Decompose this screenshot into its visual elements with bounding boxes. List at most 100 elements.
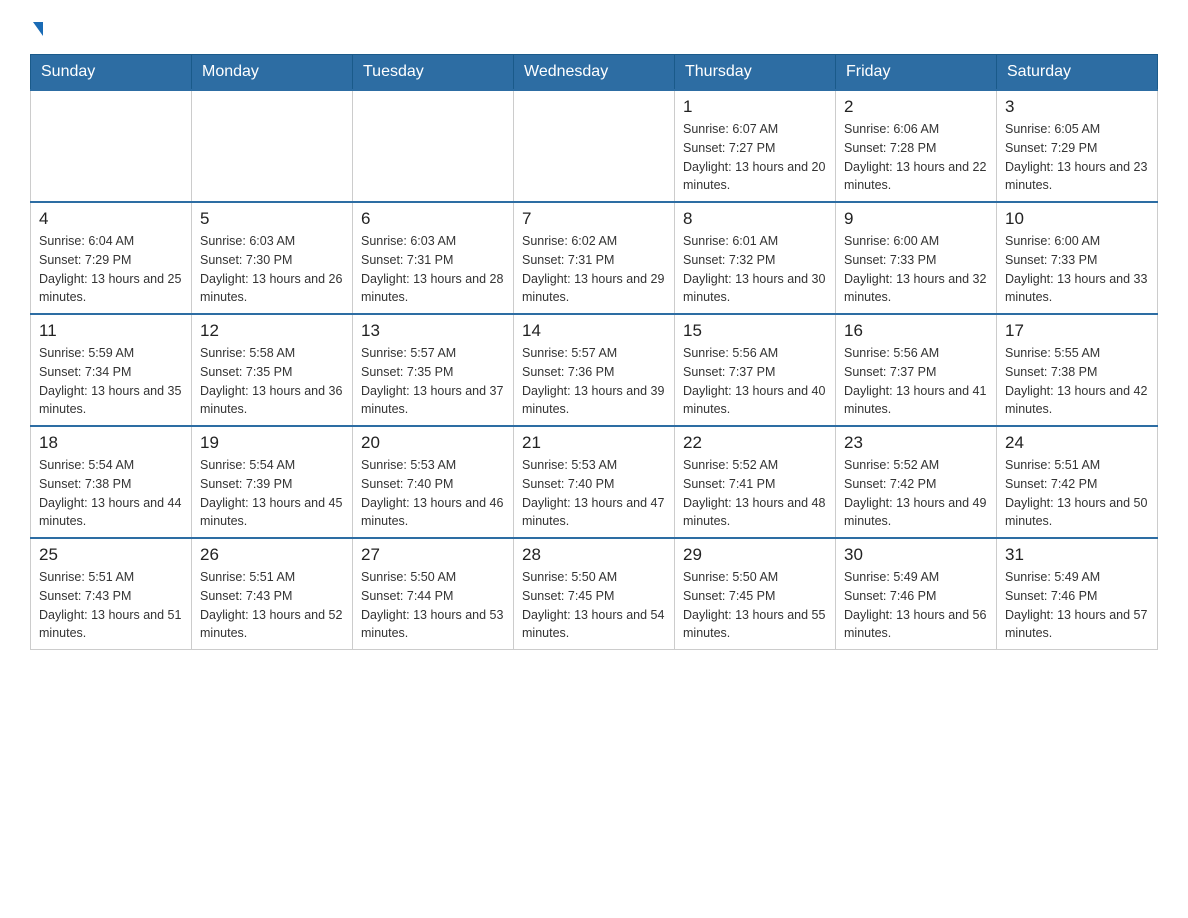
day-info: Sunrise: 5:52 AMSunset: 7:42 PMDaylight:… bbox=[844, 456, 988, 531]
day-number: 1 bbox=[683, 97, 827, 117]
day-number: 10 bbox=[1005, 209, 1149, 229]
day-number: 28 bbox=[522, 545, 666, 565]
calendar-cell bbox=[192, 90, 353, 202]
day-number: 18 bbox=[39, 433, 183, 453]
calendar-cell: 17Sunrise: 5:55 AMSunset: 7:38 PMDayligh… bbox=[997, 314, 1158, 426]
day-info: Sunrise: 6:02 AMSunset: 7:31 PMDaylight:… bbox=[522, 232, 666, 307]
day-info: Sunrise: 6:01 AMSunset: 7:32 PMDaylight:… bbox=[683, 232, 827, 307]
day-number: 26 bbox=[200, 545, 344, 565]
calendar-cell: 26 Sunrise: 5:51 AMSunset: 7:43 PMDayligh… bbox=[192, 538, 353, 650]
calendar-cell: 12 Sunrise: 5:58 AMSunset: 7:35 PMDayligh… bbox=[192, 314, 353, 426]
day-info: Sunrise: 5:52 AMSunset: 7:41 PMDaylight:… bbox=[683, 456, 827, 531]
day-number: 22 bbox=[683, 433, 827, 453]
calendar-cell: 23Sunrise: 5:52 AMSunset: 7:42 PMDayligh… bbox=[836, 426, 997, 538]
day-number: 25 bbox=[39, 545, 183, 565]
calendar-week-3: 11 Sunrise: 5:59 AMSunset: 7:34 PMDayligh… bbox=[31, 314, 1158, 426]
page-header bbox=[30, 20, 1158, 34]
calendar-cell: 24 Sunrise: 5:51 AMSunset: 7:42 PMDayligh… bbox=[997, 426, 1158, 538]
logo-triangle-icon bbox=[33, 22, 43, 36]
calendar-cell: 8 Sunrise: 6:01 AMSunset: 7:32 PMDaylight… bbox=[675, 202, 836, 314]
day-number: 4 bbox=[39, 209, 183, 229]
calendar-cell: 27 Sunrise: 5:50 AMSunset: 7:44 PMDayligh… bbox=[353, 538, 514, 650]
day-info: Sunrise: 5:51 AMSunset: 7:42 PMDaylight:… bbox=[1005, 456, 1149, 531]
calendar-week-5: 25 Sunrise: 5:51 AMSunset: 7:43 PMDayligh… bbox=[31, 538, 1158, 650]
day-info: Sunrise: 5:50 AMSunset: 7:45 PMDaylight:… bbox=[683, 568, 827, 643]
calendar-cell bbox=[353, 90, 514, 202]
day-info: Sunrise: 5:58 AMSunset: 7:35 PMDaylight:… bbox=[200, 344, 344, 419]
calendar-cell: 22 Sunrise: 5:52 AMSunset: 7:41 PMDayligh… bbox=[675, 426, 836, 538]
day-info: Sunrise: 5:51 AMSunset: 7:43 PMDaylight:… bbox=[200, 568, 344, 643]
day-number: 30 bbox=[844, 545, 988, 565]
calendar-cell bbox=[514, 90, 675, 202]
calendar-cell: 5 Sunrise: 6:03 AMSunset: 7:30 PMDaylight… bbox=[192, 202, 353, 314]
day-number: 29 bbox=[683, 545, 827, 565]
day-number: 13 bbox=[361, 321, 505, 341]
day-info: Sunrise: 6:06 AMSunset: 7:28 PMDaylight:… bbox=[844, 120, 988, 195]
weekday-header-monday: Monday bbox=[192, 55, 353, 91]
day-info: Sunrise: 6:00 AMSunset: 7:33 PMDaylight:… bbox=[844, 232, 988, 307]
day-number: 19 bbox=[200, 433, 344, 453]
day-info: Sunrise: 6:03 AMSunset: 7:30 PMDaylight:… bbox=[200, 232, 344, 307]
day-info: Sunrise: 5:55 AMSunset: 7:38 PMDaylight:… bbox=[1005, 344, 1149, 419]
day-info: Sunrise: 6:03 AMSunset: 7:31 PMDaylight:… bbox=[361, 232, 505, 307]
day-number: 16 bbox=[844, 321, 988, 341]
calendar-cell: 4Sunrise: 6:04 AMSunset: 7:29 PMDaylight… bbox=[31, 202, 192, 314]
day-info: Sunrise: 6:07 AMSunset: 7:27 PMDaylight:… bbox=[683, 120, 827, 195]
calendar-cell: 3Sunrise: 6:05 AMSunset: 7:29 PMDaylight… bbox=[997, 90, 1158, 202]
day-number: 2 bbox=[844, 97, 988, 117]
day-number: 24 bbox=[1005, 433, 1149, 453]
day-info: Sunrise: 5:56 AMSunset: 7:37 PMDaylight:… bbox=[683, 344, 827, 419]
calendar-cell: 29 Sunrise: 5:50 AMSunset: 7:45 PMDayligh… bbox=[675, 538, 836, 650]
day-info: Sunrise: 5:57 AMSunset: 7:35 PMDaylight:… bbox=[361, 344, 505, 419]
day-info: Sunrise: 5:50 AMSunset: 7:44 PMDaylight:… bbox=[361, 568, 505, 643]
weekday-header-saturday: Saturday bbox=[997, 55, 1158, 91]
calendar-cell: 25 Sunrise: 5:51 AMSunset: 7:43 PMDayligh… bbox=[31, 538, 192, 650]
calendar-cell: 7 Sunrise: 6:02 AMSunset: 7:31 PMDaylight… bbox=[514, 202, 675, 314]
day-info: Sunrise: 6:00 AMSunset: 7:33 PMDaylight:… bbox=[1005, 232, 1149, 307]
day-number: 21 bbox=[522, 433, 666, 453]
day-info: Sunrise: 5:53 AMSunset: 7:40 PMDaylight:… bbox=[361, 456, 505, 531]
day-number: 6 bbox=[361, 209, 505, 229]
day-info: Sunrise: 5:53 AMSunset: 7:40 PMDaylight:… bbox=[522, 456, 666, 531]
calendar-week-1: 1 Sunrise: 6:07 AMSunset: 7:27 PMDaylight… bbox=[31, 90, 1158, 202]
calendar-week-2: 4Sunrise: 6:04 AMSunset: 7:29 PMDaylight… bbox=[31, 202, 1158, 314]
calendar-cell: 13 Sunrise: 5:57 AMSunset: 7:35 PMDayligh… bbox=[353, 314, 514, 426]
day-info: Sunrise: 5:50 AMSunset: 7:45 PMDaylight:… bbox=[522, 568, 666, 643]
weekday-header-wednesday: Wednesday bbox=[514, 55, 675, 91]
weekday-header-thursday: Thursday bbox=[675, 55, 836, 91]
day-info: Sunrise: 5:49 AMSunset: 7:46 PMDaylight:… bbox=[844, 568, 988, 643]
day-number: 14 bbox=[522, 321, 666, 341]
calendar-week-4: 18 Sunrise: 5:54 AMSunset: 7:38 PMDayligh… bbox=[31, 426, 1158, 538]
calendar-cell bbox=[31, 90, 192, 202]
calendar-cell: 14 Sunrise: 5:57 AMSunset: 7:36 PMDayligh… bbox=[514, 314, 675, 426]
calendar-cell: 19 Sunrise: 5:54 AMSunset: 7:39 PMDayligh… bbox=[192, 426, 353, 538]
calendar-cell: 10 Sunrise: 6:00 AMSunset: 7:33 PMDayligh… bbox=[997, 202, 1158, 314]
day-number: 7 bbox=[522, 209, 666, 229]
calendar-cell: 18 Sunrise: 5:54 AMSunset: 7:38 PMDayligh… bbox=[31, 426, 192, 538]
day-info: Sunrise: 5:51 AMSunset: 7:43 PMDaylight:… bbox=[39, 568, 183, 643]
day-info: Sunrise: 5:59 AMSunset: 7:34 PMDaylight:… bbox=[39, 344, 183, 419]
calendar-header-row: SundayMondayTuesdayWednesdayThursdayFrid… bbox=[31, 55, 1158, 91]
weekday-header-tuesday: Tuesday bbox=[353, 55, 514, 91]
day-number: 5 bbox=[200, 209, 344, 229]
day-number: 27 bbox=[361, 545, 505, 565]
calendar-cell: 11 Sunrise: 5:59 AMSunset: 7:34 PMDayligh… bbox=[31, 314, 192, 426]
weekday-header-friday: Friday bbox=[836, 55, 997, 91]
day-number: 11 bbox=[39, 321, 183, 341]
day-info: Sunrise: 5:49 AMSunset: 7:46 PMDaylight:… bbox=[1005, 568, 1149, 643]
calendar-cell: 15Sunrise: 5:56 AMSunset: 7:37 PMDayligh… bbox=[675, 314, 836, 426]
calendar-cell: 21 Sunrise: 5:53 AMSunset: 7:40 PMDayligh… bbox=[514, 426, 675, 538]
calendar-cell: 9Sunrise: 6:00 AMSunset: 7:33 PMDaylight… bbox=[836, 202, 997, 314]
day-info: Sunrise: 5:57 AMSunset: 7:36 PMDaylight:… bbox=[522, 344, 666, 419]
calendar-cell: 2 Sunrise: 6:06 AMSunset: 7:28 PMDaylight… bbox=[836, 90, 997, 202]
day-number: 8 bbox=[683, 209, 827, 229]
day-number: 12 bbox=[200, 321, 344, 341]
logo bbox=[30, 20, 65, 34]
day-number: 20 bbox=[361, 433, 505, 453]
day-info: Sunrise: 5:54 AMSunset: 7:38 PMDaylight:… bbox=[39, 456, 183, 531]
weekday-header-sunday: Sunday bbox=[31, 55, 192, 91]
calendar-cell: 31Sunrise: 5:49 AMSunset: 7:46 PMDayligh… bbox=[997, 538, 1158, 650]
day-number: 3 bbox=[1005, 97, 1149, 117]
day-info: Sunrise: 5:54 AMSunset: 7:39 PMDaylight:… bbox=[200, 456, 344, 531]
calendar-cell: 16Sunrise: 5:56 AMSunset: 7:37 PMDayligh… bbox=[836, 314, 997, 426]
